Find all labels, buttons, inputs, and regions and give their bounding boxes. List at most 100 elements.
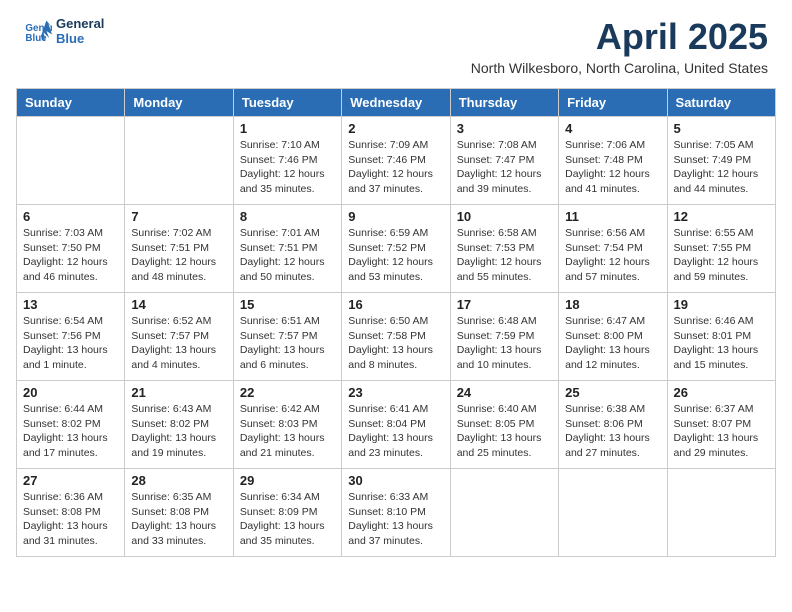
calendar-cell: 28Sunrise: 6:35 AM Sunset: 8:08 PM Dayli… [125, 469, 233, 557]
calendar-cell: 15 Sunrise: 6:51 AM Sunset: 7:57 PM Dayli… [233, 293, 341, 381]
day-number: 8 [240, 209, 335, 224]
calendar-cell: 21 Sunrise: 6:43 AM Sunset: 8:02 PM Dayli… [125, 381, 233, 469]
calendar-cell: 25 Sunrise: 6:38 AM Sunset: 8:06 PM Dayli… [559, 381, 667, 469]
calendar-cell: 9 Sunrise: 6:59 AM Sunset: 7:52 PM Daylig… [342, 205, 450, 293]
day-number: 26 [674, 385, 769, 400]
day-info: Sunrise: 6:46 AM Sunset: 8:01 PM Dayligh… [674, 314, 769, 373]
day-number: 11 [565, 209, 660, 224]
day-number: 9 [348, 209, 443, 224]
day-number: 15 [240, 297, 335, 312]
day-number: 5 [674, 121, 769, 136]
week-row-4: 20 Sunrise: 6:44 AM Sunset: 8:02 PM Dayli… [17, 381, 776, 469]
subtitle: North Wilkesboro, North Carolina, United… [471, 60, 768, 76]
day-number: 12 [674, 209, 769, 224]
day-info: Sunrise: 7:06 AM Sunset: 7:48 PM Dayligh… [565, 138, 660, 197]
day-info: Sunrise: 6:51 AM Sunset: 7:57 PM Dayligh… [240, 314, 335, 373]
day-number: 25 [565, 385, 660, 400]
day-number: 21 [131, 385, 226, 400]
logo-icon: General Blue [24, 17, 52, 45]
calendar-header: SundayMondayTuesdayWednesdayThursdayFrid… [17, 89, 776, 117]
day-number: 2 [348, 121, 443, 136]
calendar-cell: 27 Sunrise: 6:36 AM Sunset: 8:08 PM Dayli… [17, 469, 125, 557]
weekday-header-friday: Friday [559, 89, 667, 117]
logo: General Blue General Blue [24, 16, 104, 46]
calendar-cell: 17 Sunrise: 6:48 AM Sunset: 7:59 PM Dayli… [450, 293, 558, 381]
weekday-header-saturday: Saturday [667, 89, 775, 117]
calendar-cell: 22 Sunrise: 6:42 AM Sunset: 8:03 PM Dayli… [233, 381, 341, 469]
day-info: Sunrise: 6:44 AM Sunset: 8:02 PM Dayligh… [23, 402, 118, 461]
calendar-cell: 7Sunrise: 7:02 AM Sunset: 7:51 PM Daylig… [125, 205, 233, 293]
calendar-cell: 29 Sunrise: 6:34 AM Sunset: 8:09 PM Dayli… [233, 469, 341, 557]
day-number: 4 [565, 121, 660, 136]
weekday-header-sunday: Sunday [17, 89, 125, 117]
calendar-cell [667, 469, 775, 557]
day-number: 27 [23, 473, 118, 488]
weekday-header-thursday: Thursday [450, 89, 558, 117]
calendar-cell: 11 Sunrise: 6:56 AM Sunset: 7:54 PM Dayli… [559, 205, 667, 293]
day-info: Sunrise: 6:52 AM Sunset: 7:57 PM Dayligh… [131, 314, 226, 373]
day-info: Sunrise: 6:41 AM Sunset: 8:04 PM Dayligh… [348, 402, 443, 461]
day-info: Sunrise: 6:34 AM Sunset: 8:09 PM Dayligh… [240, 490, 335, 549]
calendar-cell: 19 Sunrise: 6:46 AM Sunset: 8:01 PM Dayli… [667, 293, 775, 381]
day-number: 1 [240, 121, 335, 136]
day-info: Sunrise: 6:40 AM Sunset: 8:05 PM Dayligh… [457, 402, 552, 461]
day-info: Sunrise: 6:48 AM Sunset: 7:59 PM Dayligh… [457, 314, 552, 373]
calendar-cell: 16Sunrise: 6:50 AM Sunset: 7:58 PM Dayli… [342, 293, 450, 381]
day-number: 18 [565, 297, 660, 312]
weekday-header-monday: Monday [125, 89, 233, 117]
day-number: 22 [240, 385, 335, 400]
weekday-header-wednesday: Wednesday [342, 89, 450, 117]
calendar-cell [125, 117, 233, 205]
day-number: 23 [348, 385, 443, 400]
week-row-5: 27 Sunrise: 6:36 AM Sunset: 8:08 PM Dayli… [17, 469, 776, 557]
calendar-cell: 5Sunrise: 7:05 AM Sunset: 7:49 PM Daylig… [667, 117, 775, 205]
calendar-cell: 26 Sunrise: 6:37 AM Sunset: 8:07 PM Dayli… [667, 381, 775, 469]
calendar-cell: 6 Sunrise: 7:03 AM Sunset: 7:50 PM Daylig… [17, 205, 125, 293]
calendar-cell: 2 Sunrise: 7:09 AM Sunset: 7:46 PM Daylig… [342, 117, 450, 205]
calendar-cell: 12 Sunrise: 6:55 AM Sunset: 7:55 PM Dayli… [667, 205, 775, 293]
calendar-cell [17, 117, 125, 205]
day-info: Sunrise: 6:36 AM Sunset: 8:08 PM Dayligh… [23, 490, 118, 549]
day-number: 28 [131, 473, 226, 488]
week-row-2: 6 Sunrise: 7:03 AM Sunset: 7:50 PM Daylig… [17, 205, 776, 293]
day-info: Sunrise: 7:03 AM Sunset: 7:50 PM Dayligh… [23, 226, 118, 285]
day-info: Sunrise: 6:33 AM Sunset: 8:10 PM Dayligh… [348, 490, 443, 549]
day-info: Sunrise: 6:54 AM Sunset: 7:56 PM Dayligh… [23, 314, 118, 373]
day-info: Sunrise: 7:09 AM Sunset: 7:46 PM Dayligh… [348, 138, 443, 197]
main-title: April 2025 [471, 16, 768, 58]
week-row-3: 13Sunrise: 6:54 AM Sunset: 7:56 PM Dayli… [17, 293, 776, 381]
day-number: 14 [131, 297, 226, 312]
day-info: Sunrise: 6:42 AM Sunset: 8:03 PM Dayligh… [240, 402, 335, 461]
calendar-cell [450, 469, 558, 557]
day-number: 6 [23, 209, 118, 224]
calendar-cell: 30Sunrise: 6:33 AM Sunset: 8:10 PM Dayli… [342, 469, 450, 557]
calendar-cell [559, 469, 667, 557]
week-row-1: 1 Sunrise: 7:10 AM Sunset: 7:46 PM Daylig… [17, 117, 776, 205]
day-number: 16 [348, 297, 443, 312]
day-info: Sunrise: 6:59 AM Sunset: 7:52 PM Dayligh… [348, 226, 443, 285]
day-number: 3 [457, 121, 552, 136]
logo-line2: Blue [56, 31, 104, 46]
day-info: Sunrise: 6:55 AM Sunset: 7:55 PM Dayligh… [674, 226, 769, 285]
day-number: 29 [240, 473, 335, 488]
calendar-cell: 8Sunrise: 7:01 AM Sunset: 7:51 PM Daylig… [233, 205, 341, 293]
calendar-cell: 14 Sunrise: 6:52 AM Sunset: 7:57 PM Dayli… [125, 293, 233, 381]
day-number: 20 [23, 385, 118, 400]
day-info: Sunrise: 7:10 AM Sunset: 7:46 PM Dayligh… [240, 138, 335, 197]
calendar-cell: 20 Sunrise: 6:44 AM Sunset: 8:02 PM Dayli… [17, 381, 125, 469]
day-number: 19 [674, 297, 769, 312]
weekday-header-tuesday: Tuesday [233, 89, 341, 117]
day-info: Sunrise: 6:58 AM Sunset: 7:53 PM Dayligh… [457, 226, 552, 285]
day-info: Sunrise: 6:37 AM Sunset: 8:07 PM Dayligh… [674, 402, 769, 461]
day-info: Sunrise: 7:02 AM Sunset: 7:51 PM Dayligh… [131, 226, 226, 285]
calendar-cell: 23 Sunrise: 6:41 AM Sunset: 8:04 PM Dayli… [342, 381, 450, 469]
calendar-cell: 3Sunrise: 7:08 AM Sunset: 7:47 PM Daylig… [450, 117, 558, 205]
calendar-cell: 1 Sunrise: 7:10 AM Sunset: 7:46 PM Daylig… [233, 117, 341, 205]
day-info: Sunrise: 6:43 AM Sunset: 8:02 PM Dayligh… [131, 402, 226, 461]
day-number: 24 [457, 385, 552, 400]
day-info: Sunrise: 6:38 AM Sunset: 8:06 PM Dayligh… [565, 402, 660, 461]
day-number: 17 [457, 297, 552, 312]
title-area: April 2025 North Wilkesboro, North Carol… [471, 16, 768, 76]
logo-line1: General [56, 16, 104, 31]
day-info: Sunrise: 6:56 AM Sunset: 7:54 PM Dayligh… [565, 226, 660, 285]
